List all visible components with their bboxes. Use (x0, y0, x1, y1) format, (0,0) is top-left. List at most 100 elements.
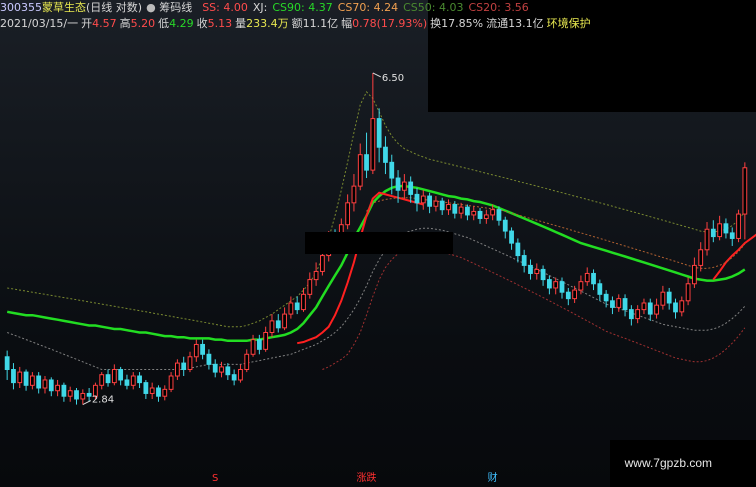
candle-body (433, 200, 439, 207)
indicator-param-1: XJ: (252, 1, 268, 14)
watermark: www.7gpzb.com (624, 456, 712, 470)
candle-body (496, 209, 502, 221)
candle-body (622, 298, 628, 311)
candle-body (67, 390, 73, 397)
candle-body (301, 293, 306, 311)
candle-body (666, 291, 672, 304)
circle-icon: ● (146, 1, 156, 14)
candle-body (723, 223, 729, 234)
candle-body (710, 228, 716, 238)
candle-body (597, 283, 603, 295)
indicator-selector[interactable]: ● 筹码线 (146, 0, 192, 16)
candle-body (717, 223, 723, 238)
candle-body (452, 204, 458, 214)
candle-body (692, 264, 697, 285)
open-label: 开 (81, 17, 93, 30)
open-value: 4.57 (92, 17, 117, 30)
candle-body (370, 118, 376, 171)
candle-body (74, 390, 79, 400)
candle-body (546, 279, 552, 289)
low-value: 4.29 (169, 17, 194, 30)
candle-body (206, 353, 212, 365)
event-marker[interactable]: 财 (488, 471, 498, 484)
candle-body (471, 210, 477, 216)
candle-body (647, 302, 653, 315)
candle-body (610, 300, 615, 308)
chart-period[interactable]: (日线 对数) (86, 0, 142, 16)
candle-body (275, 320, 281, 329)
candle-body (628, 309, 634, 320)
candle-body (244, 353, 250, 370)
candle-body (439, 200, 445, 211)
candle-body (509, 230, 514, 244)
candle-body (174, 362, 180, 377)
event-marker[interactable]: S (212, 473, 218, 484)
candle-body (603, 293, 609, 302)
candle-body (219, 366, 224, 373)
candle-body (11, 368, 16, 384)
candle-body (565, 291, 571, 300)
concept-tag[interactable]: 环境保护 (547, 16, 591, 32)
candle-body (307, 279, 313, 295)
candle-body (111, 368, 117, 384)
candle-body (420, 195, 426, 204)
candle-body (320, 255, 325, 272)
candle-body (578, 281, 584, 291)
amount-value: 11.1亿 (302, 17, 339, 30)
candle-body (654, 304, 659, 315)
blackout-middle (305, 232, 453, 254)
candle-body (729, 232, 735, 239)
annotation-pointer (82, 400, 92, 406)
candle-body (465, 206, 470, 216)
candle-body (528, 264, 533, 274)
candle-body (4, 356, 10, 370)
candle-body (534, 268, 540, 274)
annotation-label: 2.84 (92, 395, 114, 406)
candle-body (269, 320, 275, 334)
candle-body (200, 343, 206, 355)
close-label: 收 (196, 17, 208, 30)
candle-body (162, 388, 168, 397)
candle-body (231, 374, 237, 381)
indicator-lines (6, 91, 756, 370)
event-markers[interactable]: S 涨跌 财 (212, 471, 498, 484)
candle-body (212, 363, 218, 373)
candle-body (105, 374, 111, 384)
candle-body (357, 154, 363, 187)
candle-body (685, 283, 691, 302)
stock-code[interactable]: 300355 (0, 0, 42, 16)
candle-body (679, 300, 685, 313)
event-marker[interactable]: 涨跌 (357, 471, 377, 484)
candle-body (401, 181, 407, 191)
candle-body (364, 154, 369, 171)
high-label: 高 (119, 17, 131, 30)
candle-body (351, 185, 357, 204)
candle-body (584, 272, 590, 283)
stock-name[interactable]: 蒙草生态 (42, 0, 86, 16)
candle-body (156, 387, 161, 397)
candle-body (660, 291, 666, 306)
bar-date: 2021/03/15/一 (0, 17, 79, 30)
candle-body (86, 392, 92, 397)
low-label: 低 (158, 17, 170, 30)
candle-body (490, 209, 496, 216)
annotation-label: 6.50 (382, 73, 404, 84)
candle-body (389, 161, 395, 179)
candle-body (414, 193, 420, 204)
indicator-param-4: CS50: 4.03 (403, 1, 464, 14)
candle-body (483, 214, 489, 219)
line-cost-red (297, 191, 756, 345)
candle-body (704, 228, 710, 251)
float-label: 流通 (486, 17, 509, 30)
candle-body (553, 281, 559, 289)
change-label: 幅 (341, 17, 353, 30)
candle-body (515, 242, 521, 257)
candle-body (250, 339, 256, 355)
candle-body (742, 167, 748, 215)
indicator-param-5: CS20: 3.56 (468, 1, 529, 14)
candle-body (376, 118, 382, 148)
candle-body (427, 195, 432, 207)
candle-body (48, 379, 54, 392)
candle-body (23, 371, 29, 386)
candle-body (42, 379, 48, 389)
